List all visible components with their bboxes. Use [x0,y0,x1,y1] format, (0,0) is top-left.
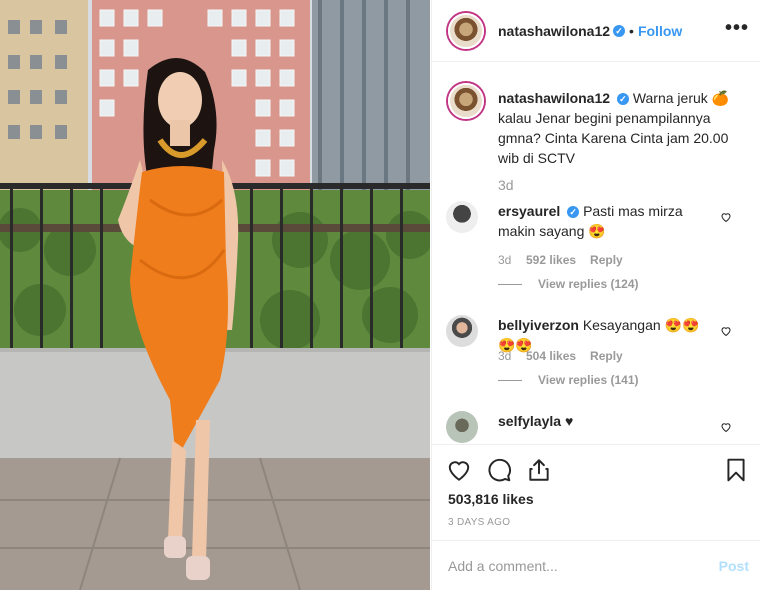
view-replies-button[interactable]: View replies (124) [498,277,639,291]
comment-like-icon[interactable] [720,421,732,433]
replies-line [498,379,522,381]
post-actions: 503,816 likes 3 DAYS AGO [432,444,760,540]
commenter-avatar[interactable] [446,201,478,233]
caption-timestamp[interactable]: 3d [498,177,514,193]
comment-meta: 3d 592 likes Reply [498,253,623,267]
comment-like-icon[interactable] [720,211,732,223]
comments-list[interactable]: natashawilona12 ✓ Warna jeruk 🍊 kalau Je… [432,63,760,444]
verified-icon: ✓ [567,206,580,218]
photo-illustration [0,0,430,590]
likes-count[interactable]: 503,816 likes [448,491,534,507]
more-icon[interactable]: ••• [725,18,749,38]
add-comment-bar: Post [432,540,760,590]
commenter-username[interactable]: bellyiverzon [498,317,579,333]
post-sidebar: natashawilona12 ✓ • Follow ••• natashawi… [431,0,760,590]
comment-time[interactable]: 3d [498,349,526,363]
author-username[interactable]: natashawilona12 [498,23,610,39]
separator-dot: • [629,22,634,39]
post-photo[interactable] [0,0,430,590]
comment-input[interactable] [448,556,688,576]
caption-avatar[interactable] [448,83,484,119]
replies-line [498,283,522,285]
view-replies-label: View replies (124) [538,277,639,291]
comment-like-icon[interactable] [720,325,732,337]
post-header: natashawilona12 ✓ • Follow ••• [432,0,760,62]
comment-meta: 3d 504 likes Reply [498,349,623,363]
comment-likes[interactable]: 504 likes [526,349,576,363]
follow-button[interactable]: Follow [638,23,682,39]
comment-body: selfylayla ♥ [498,411,712,431]
commenter-username[interactable]: selfylayla [498,413,561,429]
view-replies-button[interactable]: View replies (141) [498,373,639,387]
caption-body: natashawilona12 ✓ Warna jeruk 🍊 kalau Je… [498,88,738,168]
comment-icon[interactable] [486,457,512,483]
commenter-avatar[interactable] [446,411,478,443]
bookmark-icon[interactable] [723,457,749,483]
share-icon[interactable] [526,457,552,483]
comment-time[interactable]: 3d [498,253,526,267]
view-replies-label: View replies (141) [538,373,639,387]
heart-icon[interactable] [446,457,472,483]
comment-likes[interactable]: 592 likes [526,253,576,267]
author-avatar[interactable] [448,12,484,49]
commenter-avatar[interactable] [446,315,478,347]
verified-icon: ✓ [613,24,626,37]
caption-username[interactable]: natashawilona12 [498,90,610,106]
commenter-username[interactable]: ersyaurel [498,203,560,219]
comment-text: ♥ [564,413,574,429]
verified-icon: ✓ [616,93,629,105]
post-comment-button[interactable]: Post [719,558,749,574]
reply-button[interactable]: Reply [590,253,623,267]
post-timestamp[interactable]: 3 DAYS AGO [448,517,510,528]
reply-button[interactable]: Reply [590,349,623,363]
comment-body: ersyaurel ✓ Pasti mas mirza makin sayang… [498,201,712,241]
